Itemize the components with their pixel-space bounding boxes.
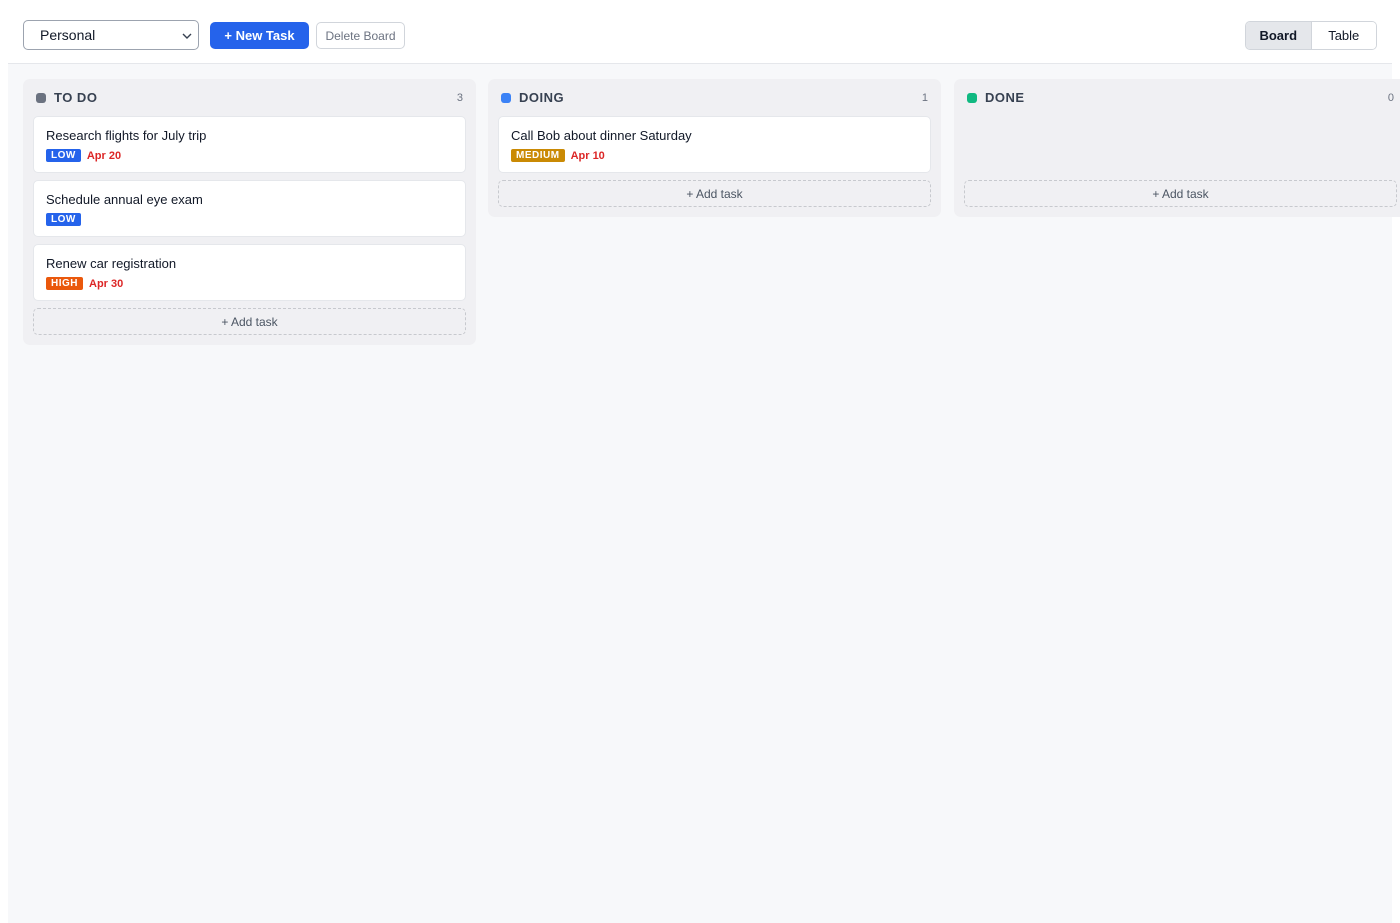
task-title: Renew car registration — [46, 256, 177, 271]
column-header: TO DO 3 — [33, 79, 466, 116]
column-count: 0 — [1387, 91, 1394, 104]
delete-board-button[interactable]: Delete Board — [316, 22, 405, 49]
column-title: TO DO — [54, 90, 98, 105]
chevron-down-icon — [182, 33, 192, 39]
board-select-value: Personal — [40, 27, 96, 43]
task-card[interactable]: Renew car registration HIGH Apr 30 — [33, 244, 466, 301]
column-todo: TO DO 3 Research flights for July trip LOW A… — [23, 79, 476, 345]
status-dot-icon — [967, 92, 977, 103]
view-toggle: Board Table — [1245, 21, 1377, 50]
column-doing: DOING 1 Call Bob about dinner Saturday MEDI… — [488, 79, 941, 217]
task-card[interactable]: Schedule annual eye exam LOW — [33, 180, 466, 237]
status-dot-icon — [501, 92, 511, 103]
column-header: DOING 1 — [498, 79, 931, 116]
task-meta: LOW — [46, 213, 453, 226]
new-task-button[interactable]: + New Task — [210, 22, 309, 49]
task-card[interactable]: Call Bob about dinner Saturday MEDIUM Apr … — [498, 116, 931, 173]
toolbar: Personal + New Task Delete Board Board T… — [0, 0, 1400, 64]
view-board-button[interactable]: Board — [1246, 22, 1312, 49]
column-count: 3 — [456, 91, 463, 104]
status-dot-icon — [36, 92, 46, 103]
column-header: DONE 0 — [964, 79, 1397, 116]
task-title: Schedule annual eye exam — [46, 192, 203, 207]
task-meta: LOW Apr 20 — [46, 149, 453, 162]
task-meta: HIGH Apr 30 — [46, 277, 453, 290]
add-task-button[interactable]: + Add task — [33, 308, 466, 335]
column-title: DOING — [519, 90, 565, 105]
priority-badge: MEDIUM — [511, 149, 565, 162]
task-meta: MEDIUM Apr 10 — [511, 149, 918, 162]
due-date: Apr 10 — [570, 149, 605, 162]
empty-column-area — [964, 116, 1397, 180]
task-title: Call Bob about dinner Saturday — [511, 128, 692, 143]
task-title: Research flights for July trip — [46, 128, 207, 143]
priority-badge: HIGH — [46, 277, 83, 290]
due-date: Apr 20 — [86, 149, 122, 162]
priority-badge: LOW — [46, 213, 81, 226]
board-select[interactable]: Personal — [23, 20, 199, 50]
add-task-button[interactable]: + Add task — [964, 180, 1397, 207]
add-task-button[interactable]: + Add task — [498, 180, 931, 207]
view-table-button[interactable]: Table — [1311, 22, 1376, 49]
column-count: 1 — [921, 91, 928, 104]
column-title: DONE — [985, 90, 1025, 105]
due-date: Apr 30 — [89, 277, 124, 290]
priority-badge: LOW — [46, 149, 81, 162]
column-done: DONE 0 + Add task — [954, 79, 1400, 217]
task-card[interactable]: Research flights for July trip LOW Apr 20 — [33, 116, 466, 173]
